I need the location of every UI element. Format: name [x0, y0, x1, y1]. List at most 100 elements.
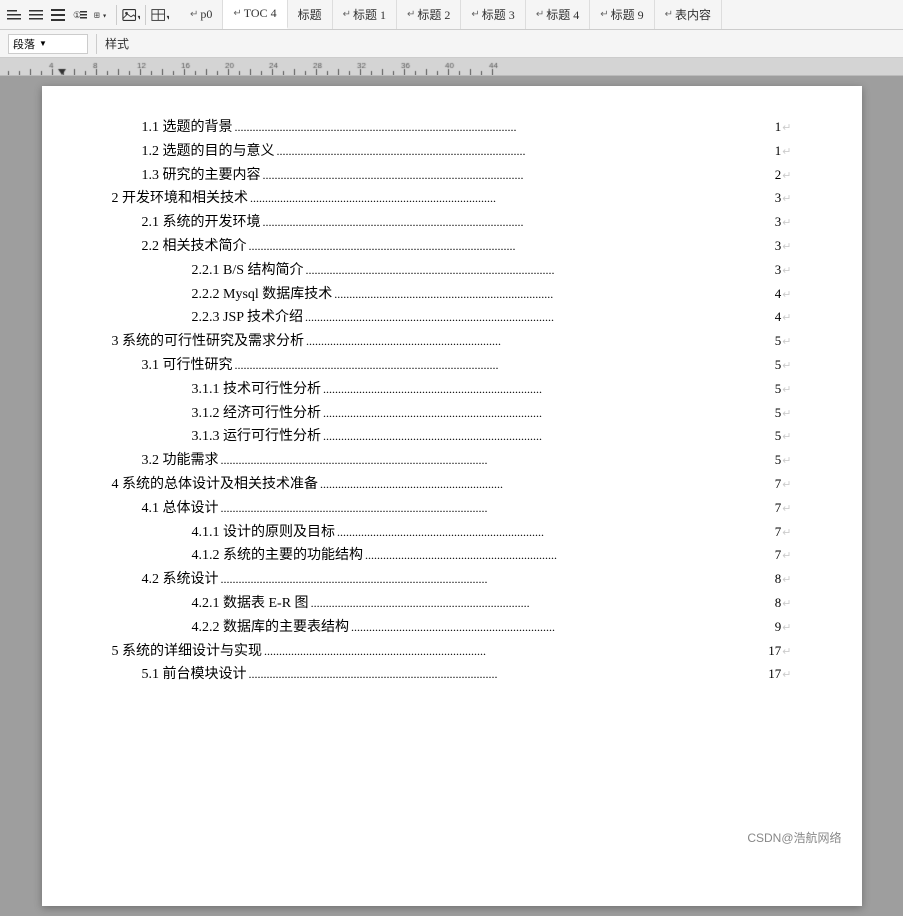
toc-entry-14: 3.2 功能需求................................…: [112, 449, 792, 473]
toc-return-16: ↵: [782, 500, 791, 519]
toc-leader-20: ........................................…: [311, 593, 773, 613]
toolbar-tab-0[interactable]: ↵ p0: [180, 0, 223, 29]
tab-label-5: 标题 3: [482, 6, 515, 23]
paragraph-icon[interactable]: [4, 5, 24, 25]
tab-dot-0: ↵: [190, 9, 198, 20]
toc-page-20: 8: [775, 592, 782, 614]
paragraph-label: 段落: [13, 36, 35, 52]
toc-text-9: 3 系统的可行性研究及需求分析: [112, 330, 305, 354]
styles-label: 样式: [105, 35, 129, 52]
tab-dot-6: ↵: [536, 9, 544, 20]
toc-entry-13: 3.1.3 运行可行性分析...........................…: [112, 425, 792, 449]
styles-section: 样式: [105, 35, 137, 52]
tab-label-8: 表内容: [675, 6, 711, 23]
toc-entry-1: 1.2 选题的目的与意义............................…: [112, 140, 792, 164]
watermark: CSDN@浩航网络: [747, 829, 841, 846]
toc-leader-5: ........................................…: [249, 236, 773, 256]
toc-entry-7: 2.2.2 Mysql 数据库技术.......................…: [112, 283, 792, 307]
toolbar-tab-2[interactable]: 标题: [288, 0, 333, 29]
toc-text-0: 1.1 选题的背景: [142, 116, 233, 140]
toc-page-4: 3: [775, 211, 782, 233]
toolbar-tab-8[interactable]: ↵ 表内容: [655, 0, 722, 29]
tab-dot-8: ↵: [665, 9, 673, 20]
paragraph-dropdown[interactable]: 段落 ▼: [8, 34, 88, 54]
tab-dot-4: ↵: [407, 9, 415, 20]
toolbar-tab-4[interactable]: ↵ 标题 2: [397, 0, 461, 29]
toc-entry-9: 3 系统的可行性研究及需求分析.........................…: [112, 330, 792, 354]
numbering-icon[interactable]: ①: [70, 5, 90, 25]
toc-return-12: ↵: [782, 405, 791, 424]
toc-page-2: 2: [775, 164, 782, 186]
toc-entry-19: 4.2 系统设计................................…: [112, 568, 792, 592]
toc-return-17: ↵: [782, 524, 791, 543]
image-icon[interactable]: ▼: [121, 5, 141, 25]
toc-leader-18: ........................................…: [365, 545, 773, 565]
toc-page-22: 17: [768, 640, 781, 662]
toc-page-0: 1: [775, 116, 782, 138]
toc-leader-7: ........................................…: [334, 284, 772, 304]
indent-icon[interactable]: ⊞ ▼: [92, 5, 112, 25]
ruler: [0, 58, 903, 76]
paragraph-arrow: ▼: [39, 39, 47, 48]
toc-text-19: 4.2 系统设计: [142, 568, 219, 592]
toc-leader-8: ........................................…: [305, 307, 773, 327]
toc-text-17: 4.1.1 设计的原则及目标: [192, 521, 336, 545]
toc-entry-0: 1.1 选题的背景...............................…: [112, 116, 792, 140]
toc-text-20: 4.2.1 数据表 E-R 图: [192, 592, 309, 616]
toc-page-3: 3: [775, 187, 782, 209]
toc-text-2: 1.3 研究的主要内容: [142, 164, 261, 188]
toc-container: 1.1 选题的背景...............................…: [112, 116, 792, 687]
menu-icon[interactable]: [48, 5, 68, 25]
toc-text-16: 4.1 总体设计: [142, 497, 219, 521]
table-icon[interactable]: ▼: [150, 5, 170, 25]
toc-page-1: 1: [775, 140, 782, 162]
toc-return-8: ↵: [782, 309, 791, 328]
separator-1: [116, 5, 117, 25]
toc-return-19: ↵: [782, 571, 791, 590]
toc-leader-17: ........................................…: [337, 522, 773, 542]
toolbar-tab-1[interactable]: ↵ TOC 4: [223, 0, 287, 29]
toc-text-13: 3.1.3 运行可行性分析: [192, 425, 322, 449]
toc-leader-23: ........................................…: [249, 664, 767, 684]
toc-leader-16: ........................................…: [221, 498, 773, 518]
toolbar-tab-3[interactable]: ↵ 标题 1: [333, 0, 397, 29]
toc-return-7: ↵: [782, 286, 791, 305]
tab-dot-3: ↵: [343, 9, 351, 20]
toc-page-6: 3: [775, 259, 782, 281]
toc-leader-13: ........................................…: [323, 426, 773, 446]
toc-leader-19: ........................................…: [221, 569, 773, 589]
toc-return-5: ↵: [782, 238, 791, 257]
toc-leader-0: ........................................…: [235, 117, 773, 137]
toc-leader-15: ........................................…: [320, 474, 773, 494]
toc-entry-2: 1.3 研究的主要内容.............................…: [112, 164, 792, 188]
toc-return-11: ↵: [782, 381, 791, 400]
toc-text-22: 5 系统的详细设计与实现: [112, 640, 263, 664]
toc-leader-10: ........................................…: [235, 355, 773, 375]
toc-text-5: 2.2 相关技术简介: [142, 235, 247, 259]
ruler-track: [0, 58, 903, 75]
toc-text-10: 3.1 可行性研究: [142, 354, 233, 378]
toc-entry-15: 4 系统的总体设计及相关技术准备........................…: [112, 473, 792, 497]
toc-entry-23: 5.1 前台模块设计..............................…: [112, 663, 792, 687]
format-bar: 段落 ▼ 样式: [0, 30, 903, 58]
tab-label-0: p0: [200, 7, 212, 22]
toolbar-tab-6[interactable]: ↵ 标题 4: [526, 0, 590, 29]
toc-leader-2: ........................................…: [263, 165, 773, 185]
toc-return-10: ↵: [782, 357, 791, 376]
toc-page-17: 7: [775, 521, 782, 543]
toc-text-7: 2.2.2 Mysql 数据库技术: [192, 283, 333, 307]
toolbar-tab-5[interactable]: ↵ 标题 3: [461, 0, 525, 29]
toc-page-8: 4: [775, 306, 782, 328]
toolbar: ① ⊞ ▼ ▼ ▼ // tabs will be ren: [0, 0, 903, 30]
format-divider: [96, 34, 97, 54]
toc-return-23: ↵: [782, 666, 791, 685]
toc-leader-14: ........................................…: [221, 450, 773, 470]
list-icon[interactable]: [26, 5, 46, 25]
toc-page-15: 7: [775, 473, 782, 495]
toc-text-12: 3.1.2 经济可行性分析: [192, 402, 322, 426]
tab-label-3: 标题 1: [353, 6, 386, 23]
toolbar-tab-7[interactable]: ↵ 标题 9: [590, 0, 654, 29]
toc-page-21: 9: [775, 616, 782, 638]
toc-return-9: ↵: [782, 333, 791, 352]
toc-entry-3: 2 开发环境和相关技术.............................…: [112, 187, 792, 211]
